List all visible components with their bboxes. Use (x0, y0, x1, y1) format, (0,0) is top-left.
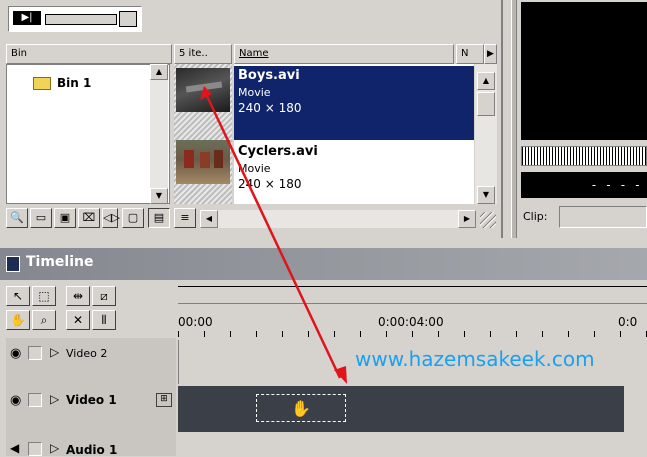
icon-view-icon[interactable]: ▢ (122, 208, 144, 228)
selection-tool-icon[interactable]: ↖ (6, 286, 30, 306)
ruler-label: 00:00 (178, 315, 213, 329)
track-label: Video 2 (66, 347, 108, 360)
n-column-header[interactable]: N (456, 44, 484, 64)
monitor-timecode: - - - - (521, 172, 647, 198)
speaker-icon[interactable]: ◀ (10, 441, 19, 455)
lock-box[interactable] (28, 393, 42, 407)
clip-size: 240 × 180 (238, 177, 302, 191)
scroll-down-icon[interactable]: ▼ (477, 186, 495, 204)
cyclers-thumbnail[interactable] (176, 140, 230, 184)
bin-scrollbar[interactable]: ▲ ▼ (150, 64, 168, 204)
scroll-right-icon[interactable]: ▶ (458, 210, 476, 228)
bin-column-header[interactable]: Bin (6, 44, 172, 64)
clip-row-boys[interactable]: Boys.avi Movie 240 × 180 (234, 66, 474, 140)
ruler-label: 0:0 (618, 315, 638, 329)
hand-cursor-icon: ✋ (291, 399, 311, 418)
expand-triangle-icon[interactable]: ▷ (50, 392, 59, 406)
preview-frame-icon[interactable] (119, 11, 137, 27)
work-area-bar[interactable] (178, 286, 647, 304)
horizontal-scrollbar[interactable]: ◀ ▶ (200, 210, 476, 228)
scroll-up-icon[interactable]: ▲ (150, 64, 168, 80)
clip-type: Movie (238, 86, 271, 99)
clip-list: Boys.avi Movie 240 × 180 Cyclers.avi Mov… (234, 64, 474, 204)
lock-box[interactable] (28, 442, 42, 456)
count-column-header[interactable]: 5 ite.. (174, 44, 232, 64)
zoom-tool-icon[interactable]: ⌕ (32, 310, 56, 330)
column-header-row: Bin 5 ite.. Name N ▶ (6, 44, 497, 64)
resize-grip-icon[interactable] (480, 212, 496, 228)
clip-size: 240 × 180 (238, 101, 302, 115)
scroll-up-icon[interactable]: ▲ (477, 72, 495, 90)
monitor-scrubber[interactable] (521, 146, 647, 166)
hand-tool-icon[interactable]: ✋ (6, 310, 30, 330)
track-options-icon[interactable]: ⊞ (156, 393, 172, 407)
list-view-icon[interactable]: ≡ (174, 208, 196, 228)
clip-scrollbar[interactable]: ▲ ▼ (475, 64, 497, 204)
range-select-tool-icon[interactable]: ⬚ (32, 286, 56, 306)
monitor-divider (511, 0, 517, 238)
monitor-video (521, 2, 647, 140)
clip-name: Boys.avi (238, 68, 300, 83)
boys-thumbnail[interactable] (176, 68, 230, 112)
track-video-1-end (624, 386, 647, 432)
eye-icon[interactable]: ◉ (10, 346, 21, 361)
delete-icon[interactable]: ⌧ (78, 208, 100, 228)
track-label: Video 1 (66, 393, 117, 407)
timeline-ruler[interactable]: 00:00 0:00:04:00 0:0 (178, 286, 647, 337)
timeline-icon (6, 256, 20, 272)
project-toolbar: 🔍 ▭ ▣ ⌧ ◁▷ ▢ ▤ ≡ ◀ ▶ (6, 208, 497, 230)
watermark: www.hazemsakeek.com (355, 347, 595, 371)
new-bin-icon[interactable]: ▭ (30, 208, 52, 228)
thumbnail-view-icon[interactable]: ▤ (148, 208, 170, 228)
timeline-title: Timeline (26, 254, 94, 270)
clip-label: Clip: (523, 210, 548, 223)
cross-fade-tool-icon[interactable]: ✕ (66, 310, 90, 330)
razor-tool-icon[interactable]: ⧄ (92, 286, 116, 306)
clip-field[interactable] (559, 206, 647, 228)
scroll-thumb[interactable] (477, 92, 495, 116)
expand-triangle-icon[interactable]: ▷ (50, 345, 59, 359)
scroll-down-icon[interactable]: ▼ (150, 188, 168, 204)
clip-type: Movie (238, 162, 271, 175)
resize-icon[interactable]: ◁▷ (102, 208, 120, 228)
new-item-icon[interactable]: ▣ (54, 208, 76, 228)
track-video-1-area[interactable]: ✋ (178, 386, 624, 432)
eye-icon[interactable]: ◉ (10, 393, 21, 408)
play-icon[interactable]: ▶| (13, 11, 41, 25)
drop-target-outline: ✋ (256, 394, 346, 422)
track-label: Audio 1 (66, 443, 118, 457)
expand-triangle-icon[interactable]: ▷ (50, 441, 59, 455)
track-video-1: ◉ ▷ Video 1 ⊞ ✋ (6, 386, 647, 432)
monitor-window: - - - - Clip: (503, 0, 647, 238)
bin-item-label: Bin 1 (57, 76, 92, 90)
preview-slider[interactable] (45, 14, 117, 25)
rolling-edit-tool-icon[interactable]: ⇹ (66, 286, 90, 306)
preview-strip: ▶| (8, 6, 142, 32)
bin-list: Bin 1 (6, 64, 170, 204)
ruler-ticks (178, 331, 647, 337)
name-column-header[interactable]: Name (234, 44, 454, 64)
in-point-tool-icon[interactable]: ⦀ (92, 310, 116, 330)
project-window: ▶| Bin 5 ite.. Name N ▶ Bin 1 ▲ ▼ Boys.a… (0, 0, 503, 238)
clip-name: Cyclers.avi (238, 144, 318, 159)
track-audio-1: ◀ ▷ Audio 1 (6, 440, 647, 457)
thumbnail-column (174, 64, 232, 204)
timeline-title-bar[interactable]: Timeline (0, 248, 647, 280)
ruler-label: 0:00:04:00 (378, 315, 444, 329)
scroll-left-icon[interactable]: ◀ (200, 210, 218, 228)
folder-icon (33, 77, 51, 90)
find-icon[interactable]: 🔍 (6, 208, 28, 228)
scroll-right-header-button[interactable]: ▶ (484, 44, 497, 64)
clip-row-cyclers[interactable]: Cyclers.avi Movie 240 × 180 (234, 142, 474, 202)
lock-box[interactable] (28, 346, 42, 360)
tool-palette: ↖ ⬚ ⇹ ⧄ ✋ ⌕ ✕ ⦀ (6, 286, 176, 338)
